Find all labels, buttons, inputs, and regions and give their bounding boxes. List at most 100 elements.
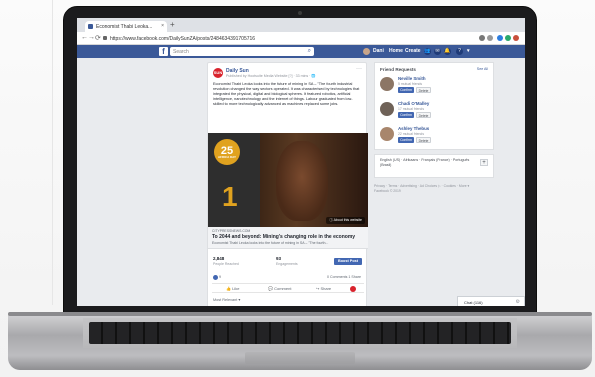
reactions-count[interactable]: 9 xyxy=(219,275,221,279)
see-all-link[interactable]: See All xyxy=(477,67,488,71)
engagements-value: 93 xyxy=(276,256,282,261)
extension-icon[interactable] xyxy=(497,35,503,41)
facebook-header: f Search ⌕ Dani Home Create 👥 ✉ 🔔 ? ▾ xyxy=(77,45,525,58)
forward-button[interactable]: → xyxy=(88,34,95,41)
page-logo[interactable]: SUN xyxy=(213,68,223,78)
share-button[interactable]: ↪ Share xyxy=(316,286,331,291)
search-icon[interactable] xyxy=(479,35,485,41)
facebook-logo[interactable]: f xyxy=(159,47,168,56)
home-link[interactable]: Home xyxy=(389,48,403,54)
comments-shares-count[interactable]: 0 Comments 1 Share xyxy=(327,275,361,279)
post-meta: Published by Hootsuite Media Website [?]… xyxy=(226,74,316,78)
messenger-icon[interactable]: ✉ xyxy=(434,48,441,55)
chat-label: Chat (116) xyxy=(464,300,483,305)
extension-icon[interactable] xyxy=(505,35,511,41)
keyboard-deck xyxy=(83,318,517,348)
page-avatar-icon[interactable] xyxy=(350,286,356,292)
avatar[interactable] xyxy=(380,102,394,116)
mutual-friends[interactable]: 17 mutual friends xyxy=(398,107,424,111)
profile-icon[interactable] xyxy=(513,35,519,41)
search-placeholder: Search xyxy=(173,49,189,55)
chevron-down-icon[interactable]: ▾ xyxy=(467,48,470,54)
engagements-label: Engagements xyxy=(276,262,298,266)
star-icon[interactable] xyxy=(487,35,493,41)
wall-edge xyxy=(52,0,53,305)
link-image[interactable]: 25 AFRICA DAY 1 ⓘ About this website xyxy=(208,133,368,227)
browser-tab[interactable]: Economist Thabi Leoka... × xyxy=(85,21,167,32)
footer-links: Privacy · Terms · Advertising · Ad Choic… xyxy=(374,184,494,194)
friend-request-item: Ashley Thebus 22 mutual friends Confirm … xyxy=(380,125,490,149)
keyboard xyxy=(89,322,511,344)
trackpad xyxy=(245,352,355,364)
avatar[interactable] xyxy=(380,127,394,141)
confirm-button[interactable]: Confirm xyxy=(398,137,414,143)
comment-button[interactable]: 💬 Comment xyxy=(268,286,291,291)
link-description: Economist Thabi Leoka looks into the fut… xyxy=(212,241,329,245)
post-card: SUN Daily Sun Published by Hootsuite Med… xyxy=(207,62,368,306)
friend-requests-title: Friend Requests xyxy=(380,67,416,72)
create-link[interactable]: Create xyxy=(405,48,421,54)
badge-caption: AFRICA DAY xyxy=(217,155,237,159)
add-language-button[interactable]: + xyxy=(480,159,488,166)
laptop-lid: Economist Thabi Leoka... × + ← → ⟳ https… xyxy=(63,6,537,313)
copyright: Facebook © 2019 xyxy=(374,189,401,193)
friend-name[interactable]: Ashley Thebus xyxy=(398,126,429,131)
link-preview[interactable]: CITYPRESSNEWS.COM To 2044 and beyond: Mi… xyxy=(208,227,368,249)
boost-post-button[interactable]: Boost Post xyxy=(334,258,362,265)
portrait-photo xyxy=(276,141,328,221)
back-button[interactable]: ← xyxy=(81,34,88,41)
mutual-friends[interactable]: 22 mutual friends xyxy=(398,132,424,136)
address-bar-row: ← → ⟳ https://www.facebook.com/DailySunZ… xyxy=(77,32,525,45)
avatar[interactable] xyxy=(363,48,370,55)
people-reached-label: People Reached xyxy=(213,262,239,266)
laptop-screen: Economist Thabi Leoka... × + ← → ⟳ https… xyxy=(77,18,525,306)
post-text: Economist Thabi Leoka looks into the fut… xyxy=(213,82,360,106)
notifications-icon[interactable]: 🔔 xyxy=(444,48,451,55)
friends-icon[interactable]: 👥 xyxy=(424,48,431,55)
friend-request-item: Chadi O'Malley 17 mutual friends Confirm… xyxy=(380,100,490,124)
url-text: https://www.facebook.com/DailySunZA/post… xyxy=(110,36,256,42)
url-input[interactable]: https://www.facebook.com/DailySunZA/post… xyxy=(103,34,423,43)
laptop-hinge xyxy=(8,312,592,316)
mutual-friends[interactable]: 5 mutual friends xyxy=(398,82,422,86)
comment-sort-dropdown[interactable]: Most Relevant ▾ xyxy=(213,297,240,302)
new-tab-button[interactable]: + xyxy=(170,20,175,29)
help-icon[interactable]: ? xyxy=(456,48,463,55)
friend-request-item: Neville Smith 5 mutual friends Confirm D… xyxy=(380,75,490,99)
gear-icon[interactable]: ⚙ xyxy=(516,299,520,305)
post-menu-icon[interactable]: ··· xyxy=(356,66,362,72)
big-number: 1 xyxy=(222,181,238,212)
like-reaction-icon xyxy=(213,275,218,280)
reload-button[interactable]: ⟳ xyxy=(95,34,101,42)
scene: Economist Thabi Leoka... × + ← → ⟳ https… xyxy=(0,0,595,377)
about-website-button[interactable]: ⓘ About this website xyxy=(326,217,365,224)
friend-name[interactable]: Chadi O'Malley xyxy=(398,101,429,106)
facebook-favicon-icon xyxy=(88,24,93,29)
friend-requests-panel: Friend Requests See All Neville Smith 5 … xyxy=(374,62,494,150)
browser-tab-strip: Economist Thabi Leoka... × + xyxy=(77,18,525,32)
close-icon[interactable]: × xyxy=(161,23,164,29)
laptop-base xyxy=(8,312,592,370)
anniversary-badge: 25 AFRICA DAY xyxy=(214,139,240,165)
delete-button[interactable]: Delete xyxy=(416,87,431,93)
lock-icon xyxy=(103,36,107,40)
avatar[interactable] xyxy=(380,77,394,91)
tab-title: Economist Thabi Leoka... xyxy=(96,24,153,30)
search-icon[interactable]: ⌕ xyxy=(308,48,311,55)
chat-bar[interactable]: Chat (116) ⚙ xyxy=(457,296,525,306)
confirm-button[interactable]: Confirm xyxy=(398,87,414,93)
friend-name[interactable]: Neville Smith xyxy=(398,76,426,81)
language-links[interactable]: English (US) · Afrikaans · Français (Fra… xyxy=(380,158,470,168)
people-reached-value: 2,848 xyxy=(213,256,225,261)
post-actions: 👍 Like 💬 Comment ↪ Share xyxy=(212,283,364,293)
profile-link[interactable]: Dani xyxy=(373,48,384,54)
language-panel: English (US) · Afrikaans · Français (Fra… xyxy=(374,154,494,178)
confirm-button[interactable]: Confirm xyxy=(398,112,414,118)
like-button[interactable]: 👍 Like xyxy=(226,286,239,291)
delete-button[interactable]: Delete xyxy=(416,112,431,118)
webcam-icon xyxy=(298,11,302,15)
link-title[interactable]: To 2044 and beyond: Mining's changing ro… xyxy=(212,234,355,240)
search-input[interactable]: Search ⌕ xyxy=(170,47,314,56)
delete-button[interactable]: Delete xyxy=(416,137,431,143)
link-domain: CITYPRESSNEWS.COM xyxy=(212,229,251,233)
